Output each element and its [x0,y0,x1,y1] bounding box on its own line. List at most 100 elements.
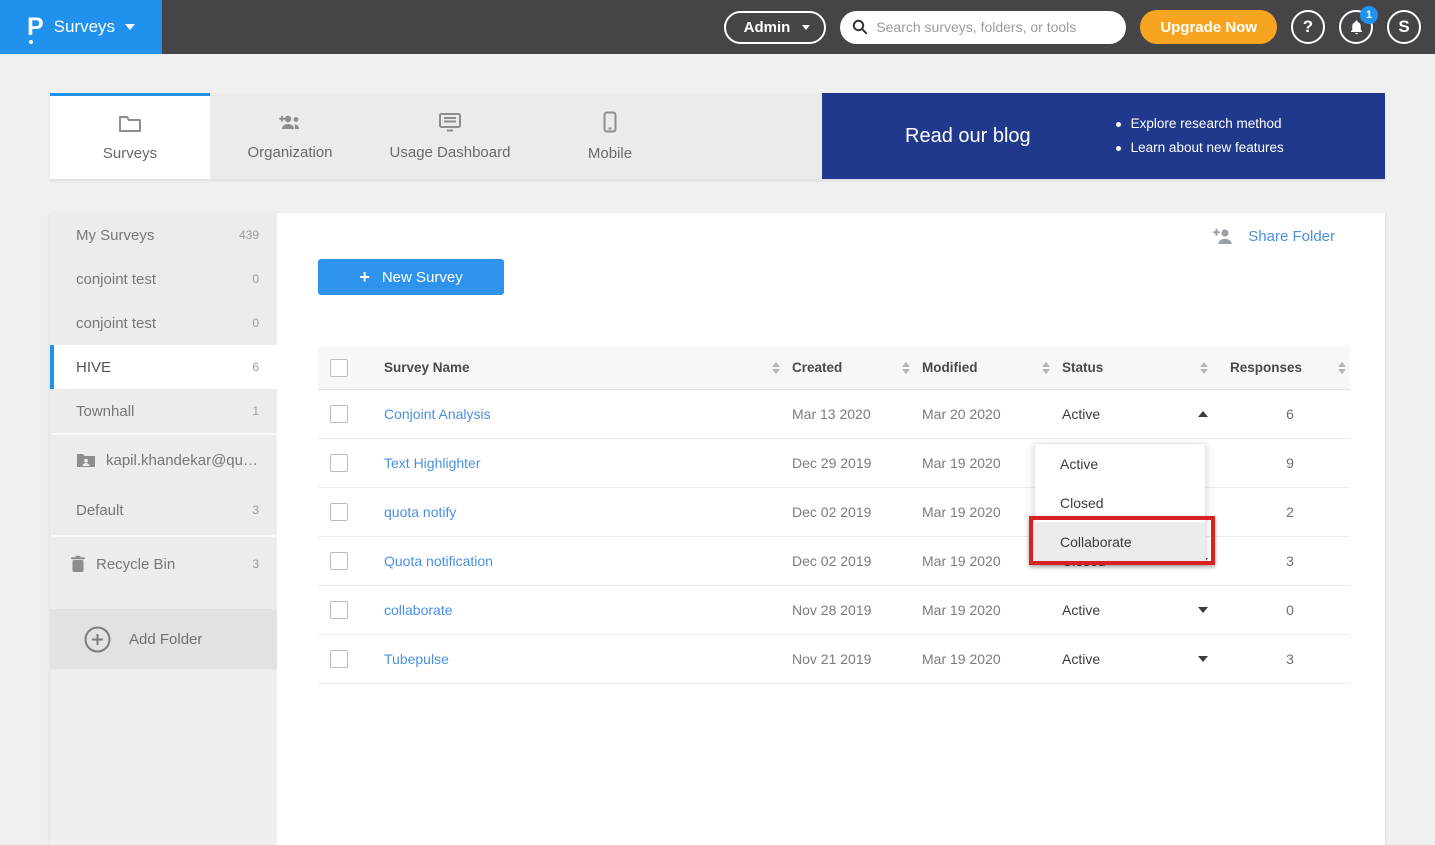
phone-icon [603,111,617,137]
sort-icon[interactable] [902,362,910,374]
row-checkbox[interactable] [330,405,348,423]
tab-surveys[interactable]: Surveys [50,93,210,179]
sidebar-item-conjoint-test-2[interactable]: conjoint test 0 [50,301,277,345]
search-input[interactable] [876,19,1114,35]
sort-icon[interactable] [1042,362,1050,374]
product-menu[interactable]: P Surveys [0,0,162,54]
plus-icon: + [359,267,370,288]
app-name: Surveys [54,17,115,37]
admin-menu[interactable]: Admin [724,11,827,44]
survey-name-link[interactable]: Text Highlighter [384,455,481,471]
column-header-status: Status [1062,360,1103,375]
status-option-closed[interactable]: Closed [1035,483,1205,522]
folder-label: My Surveys [76,227,229,244]
folder-label: Default [76,502,242,519]
survey-name-link[interactable]: collaborate [384,602,453,618]
column-header-modified: Modified [922,360,978,375]
topbar-actions: Admin Upgrade Now ? 1 S [724,10,1435,44]
responses-count: 3 [1230,651,1350,667]
sidebar-item-conjoint-test-1[interactable]: conjoint test 0 [50,257,277,301]
main-card: My Surveys 439 conjoint test 0 conjoint … [50,213,1385,845]
avatar-initial: S [1398,17,1409,37]
chevron-down-icon [802,25,810,30]
new-survey-button[interactable]: + New Survey [318,259,504,295]
status-dropdown-toggle[interactable] [1198,656,1208,662]
sidebar-item-hive[interactable]: HIVE 6 [50,345,277,389]
status-dropdown-toggle[interactable] [1198,411,1208,417]
survey-name-link[interactable]: Quota notification [384,553,493,569]
top-bar: P Surveys Admin Upgrade Now ? [0,0,1435,54]
select-all-checkbox[interactable] [330,359,348,377]
created-date: Dec 02 2019 [792,553,871,569]
created-date: Dec 02 2019 [792,504,871,520]
tab-label: Mobile [588,145,632,162]
survey-name-link[interactable]: Conjoint Analysis [384,406,491,422]
status-option-active[interactable]: Active [1035,444,1205,483]
sidebar-item-shared-folder[interactable]: kapil.khandekar@que... [50,433,277,485]
tab-label: Surveys [103,145,157,162]
survey-name-link[interactable]: quota notify [384,504,456,520]
avatar[interactable]: S [1387,10,1421,44]
search-icon [852,19,868,35]
folder-label: conjoint test [76,315,242,332]
folder-count: 3 [252,503,259,517]
row-checkbox[interactable] [330,601,348,619]
table-row: Conjoint Analysis Mar 13 2020 Mar 20 202… [318,390,1350,439]
folder-count: 1 [252,404,259,418]
row-checkbox[interactable] [330,650,348,668]
notification-badge: 1 [1360,6,1378,24]
status-value: Active [1062,406,1100,422]
sort-icon[interactable] [1200,362,1208,374]
admin-label: Admin [744,19,791,36]
status-option-collaborate[interactable]: Collaborate [1035,522,1205,561]
share-folder-label: Share Folder [1248,228,1335,245]
folder-label: Townhall [76,403,242,420]
sort-icon[interactable] [1338,362,1346,374]
sidebar-item-townhall[interactable]: Townhall 1 [50,389,277,433]
folder-count: 6 [252,360,259,374]
folder-sidebar: My Surveys 439 conjoint test 0 conjoint … [50,213,277,845]
sidebar-item-recycle-bin[interactable]: Recycle Bin 3 [50,535,277,591]
folder-count: 0 [252,272,259,286]
created-date: Nov 21 2019 [792,651,871,667]
row-checkbox[interactable] [330,454,348,472]
status-dropdown-menu: Active Closed Collaborate [1034,443,1206,561]
column-header-responses: Responses [1230,360,1302,375]
share-folder-button[interactable]: Share Folder [1212,227,1335,245]
survey-name-link[interactable]: Tubepulse [384,651,449,667]
banner-bullet-list: Explore research method Learn about new … [1116,112,1284,160]
status-dropdown-toggle[interactable] [1198,607,1208,613]
status-value: Active [1062,602,1100,618]
sidebar-item-my-surveys[interactable]: My Surveys 439 [50,213,277,257]
modified-date: Mar 19 2020 [922,602,1001,618]
sort-icon[interactable] [772,362,780,374]
tab-organization[interactable]: Organization [210,93,370,179]
modified-date: Mar 19 2020 [922,504,1001,520]
section-tabs: Surveys Organization Usage Dashboard Mob… [50,93,1385,179]
help-button[interactable]: ? [1291,10,1325,44]
responses-count: 9 [1230,455,1350,471]
tab-list: Surveys Organization Usage Dashboard Mob… [50,93,822,179]
question-mark-icon: ? [1303,17,1313,37]
created-date: Dec 29 2019 [792,455,871,471]
responses-count: 3 [1230,553,1350,569]
tab-label: Organization [247,144,332,161]
blog-banner[interactable]: Read our blog Explore research method Le… [822,93,1385,179]
notifications-button[interactable]: 1 [1339,10,1373,44]
plus-circle-icon [84,626,111,653]
survey-list-panel: Share Folder + New Survey Survey Name Cr… [277,213,1385,845]
person-plus-icon [1212,227,1236,245]
column-header-created: Created [792,360,842,375]
monitor-icon [438,112,462,136]
tab-usage-dashboard[interactable]: Usage Dashboard [370,93,530,179]
add-folder-button[interactable]: Add Folder [50,609,277,669]
tab-mobile[interactable]: Mobile [530,93,690,179]
created-date: Nov 28 2019 [792,602,871,618]
upgrade-now-button[interactable]: Upgrade Now [1140,10,1277,44]
new-survey-label: New Survey [382,269,463,286]
sidebar-item-default[interactable]: Default 3 [50,485,277,535]
banner-title: Read our blog [905,125,1031,148]
row-checkbox[interactable] [330,503,348,521]
row-checkbox[interactable] [330,552,348,570]
modified-date: Mar 20 2020 [922,406,1001,422]
